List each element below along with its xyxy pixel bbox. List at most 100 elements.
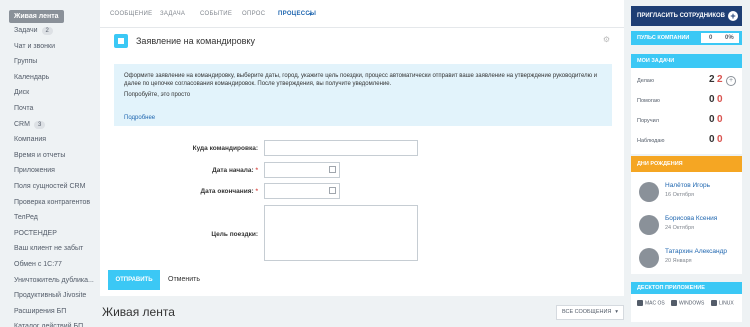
- sidebar-item[interactable]: Ваш клиент не забыт: [0, 242, 98, 256]
- company-pulse[interactable]: ПУЛЬС КОМПАНИИ 0 0%: [631, 31, 742, 45]
- task-row-assigned[interactable]: Поручил 0 0: [631, 113, 742, 129]
- tab-task[interactable]: ЗАДАЧА: [160, 11, 185, 17]
- sidebar-item[interactable]: Расширения БП: [0, 305, 98, 319]
- info-note: Попробуйте, это просто: [124, 92, 191, 98]
- sidebar-item[interactable]: ТелРед: [0, 211, 98, 225]
- cancel-button[interactable]: Отменить: [168, 276, 200, 283]
- plus-icon[interactable]: +: [726, 76, 736, 86]
- sidebar-item-label: Обмен с 1С:77: [14, 261, 62, 268]
- submit-button[interactable]: ОТПРАВИТЬ: [108, 270, 160, 290]
- feed-title: Живая лента: [102, 305, 175, 319]
- sidebar-item[interactable]: Продуктивный Jivosite: [0, 289, 98, 303]
- more-link[interactable]: Подробнее: [124, 114, 155, 122]
- sidebar-item-label: Уничтожитель дублика...: [14, 276, 94, 284]
- calendar-icon[interactable]: [329, 166, 336, 173]
- left-sidebar: Живая лента Задачи 2 Чат и звонки Группы Кале…: [0, 0, 98, 327]
- process-icon: [114, 34, 128, 48]
- sidebar-item-label: Чат и звонки: [14, 42, 55, 50]
- sidebar-item[interactable]: Чат и звонки: [0, 40, 98, 54]
- sidebar-item[interactable]: Календарь: [0, 71, 98, 85]
- tasks-title: МОИ ЗАДАЧИ: [631, 54, 742, 68]
- avatar: [639, 215, 659, 235]
- sidebar-item[interactable]: Задачи 2: [0, 24, 98, 38]
- sidebar-item[interactable]: Каталог действий БП: [0, 320, 98, 327]
- main-panel: СООБЩЕНИЕ ЗАДАЧА СОБЫТИЕ ОПРОС ПРОЦЕССЫ …: [100, 0, 624, 296]
- tab-message[interactable]: СООБЩЕНИЕ: [110, 11, 152, 17]
- field-label-purpose: Цель поездки:: [211, 231, 258, 238]
- counter-badge: 3: [33, 120, 46, 129]
- sidebar-item[interactable]: Живая лента: [9, 10, 64, 23]
- post-tabs: СООБЩЕНИЕ ЗАДАЧА СОБЫТИЕ ОПРОС ПРОЦЕССЫ …: [100, 0, 624, 28]
- destination-input[interactable]: [264, 140, 418, 156]
- sidebar-item-label: Диск: [14, 89, 30, 97]
- sidebar-item[interactable]: РОСТЕНДЕР: [0, 227, 98, 241]
- sidebar-item[interactable]: Проверка контрагентов: [0, 196, 98, 210]
- info-text: Оформите заявление на командировку, выбе…: [124, 73, 598, 87]
- field-label-start-date: Дата начала: *: [212, 167, 258, 174]
- sidebar-item-label: Компания: [14, 136, 47, 144]
- sidebar-item[interactable]: Обмен с 1С:77: [0, 258, 98, 272]
- task-row-doing[interactable]: Делаю 2 2 +: [631, 73, 742, 89]
- sidebar-item-label: Поля сущностей CRM: [14, 183, 86, 190]
- tab-poll[interactable]: ОПРОС: [242, 11, 265, 17]
- purpose-textarea[interactable]: [264, 205, 418, 261]
- sidebar-item-label: Расширения БП: [14, 307, 67, 315]
- sidebar-item-label: Календарь: [14, 73, 50, 81]
- sidebar-item[interactable]: Группы: [0, 55, 98, 69]
- desktop-app-widget: ДЕСКТОП ПРИЛОЖЕНИЕ MAC OS WINDOWS LINUX: [631, 282, 742, 322]
- sidebar-item[interactable]: Компания: [0, 133, 98, 147]
- windows-icon: [671, 300, 677, 306]
- avatar: [639, 182, 659, 202]
- sidebar-item[interactable]: Время и отчеты: [0, 149, 98, 163]
- sidebar-item-label: CRM: [14, 120, 30, 128]
- sidebar-item[interactable]: Уничтожитель дублика...: [0, 274, 98, 288]
- sidebar-item-label: Ваш клиент не забыт: [14, 245, 84, 253]
- sidebar-item-label: Время и отчеты: [14, 151, 66, 159]
- sidebar-item-label: Каталог действий БП: [14, 323, 84, 327]
- counter-badge: 2: [41, 27, 53, 35]
- windows-download-link[interactable]: WINDOWS: [671, 300, 704, 306]
- sidebar-item-label: Почта: [14, 105, 34, 112]
- sidebar-item-label: Проверка контрагентов: [14, 198, 91, 206]
- gear-icon[interactable]: ⚙: [603, 35, 610, 44]
- sidebar-item[interactable]: Почта: [0, 102, 98, 116]
- sidebar-item-label: РОСТЕНДЕР: [14, 229, 57, 237]
- sidebar-item-label: ТелРед: [14, 214, 38, 222]
- info-box: Оформите заявление на командировку, выбе…: [114, 64, 612, 126]
- form-header: Заявление на командировку ⚙: [114, 32, 610, 52]
- pulse-value-box: 0 0%: [701, 33, 739, 43]
- my-tasks-widget: МОИ ЗАДАЧИ Делаю 2 2 + Помогаю 0 0 Поруч…: [631, 54, 742, 154]
- sidebar-item[interactable]: Диск: [0, 86, 98, 100]
- birthdays-title: ДНИ РОЖДЕНИЯ: [631, 156, 742, 172]
- field-label-destination: Куда командировка:: [192, 145, 258, 152]
- birthday-item[interactable]: Налётов Игорь 16 Октября: [631, 178, 742, 206]
- sidebar-item[interactable]: CRM 3: [0, 118, 98, 132]
- start-date-input[interactable]: [264, 162, 340, 178]
- sidebar-item-label: Группы: [14, 58, 38, 66]
- sidebar-item-label: Продуктивный Jivosite: [14, 292, 87, 300]
- tab-event[interactable]: СОБЫТИЕ: [200, 11, 232, 17]
- birthdays-widget: ДНИ РОЖДЕНИЯ Налётов Игорь 16 Октября Бо…: [631, 156, 742, 274]
- sidebar-item-label: Задачи: [14, 27, 38, 34]
- tab-processes-chevron-icon[interactable]: ▾: [309, 11, 312, 18]
- sidebar-item-label: Живая лента: [14, 13, 59, 20]
- field-label-end-date: Дата окончания: *: [200, 188, 259, 195]
- sidebar-item-label: Приложения: [14, 167, 55, 175]
- task-row-watching[interactable]: Наблюдаю 0 0: [631, 133, 742, 149]
- chevron-down-icon: ▾: [615, 309, 618, 315]
- invite-button[interactable]: ПРИГЛАСИТЬ СОТРУДНИКОВ +: [631, 6, 742, 26]
- sidebar-item[interactable]: Поля сущностей CRM: [0, 180, 98, 194]
- desktop-title: ДЕСКТОП ПРИЛОЖЕНИЕ: [631, 282, 742, 294]
- avatar: [639, 248, 659, 268]
- sidebar-item[interactable]: Приложения: [0, 164, 98, 178]
- birthday-item[interactable]: Татархин Александр 20 Января: [631, 244, 742, 272]
- calendar-icon[interactable]: [329, 187, 336, 194]
- birthday-item[interactable]: Борисова Ксения 24 Октября: [631, 211, 742, 239]
- linux-download-link[interactable]: LINUX: [711, 300, 734, 306]
- feed-filter-select[interactable]: ВСЕ СООБЩЕНИЯ ▾: [556, 305, 624, 320]
- end-date-input[interactable]: [264, 183, 340, 199]
- task-row-helping[interactable]: Помогаю 0 0: [631, 93, 742, 109]
- macos-download-link[interactable]: MAC OS: [637, 300, 665, 306]
- form-title: Заявление на командировку: [136, 36, 255, 46]
- plus-icon: +: [728, 11, 738, 21]
